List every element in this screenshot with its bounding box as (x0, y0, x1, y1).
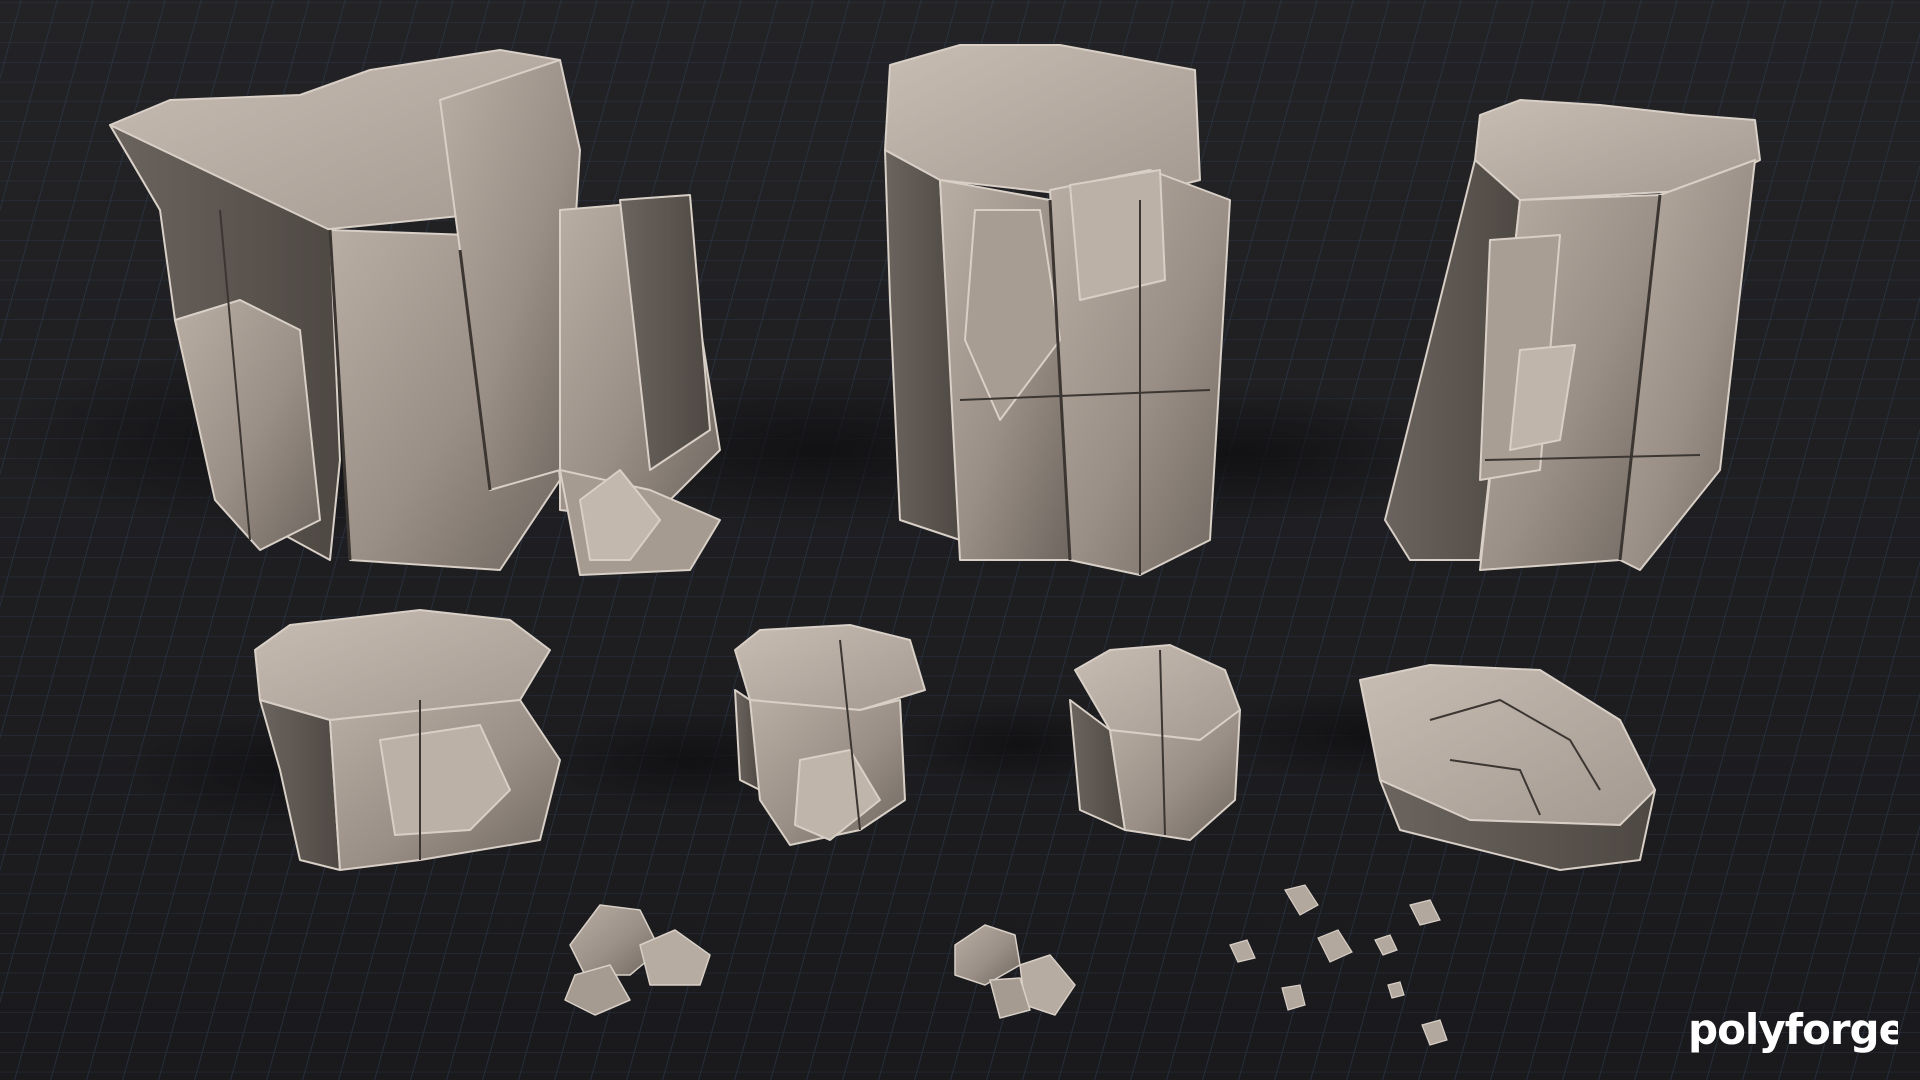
medium-rock-block (254, 609, 561, 871)
brand-logo-text: polyforge (1688, 1005, 1898, 1054)
brand-logo: polyforge (1688, 1005, 1898, 1054)
broken-rock-chunk (1069, 644, 1241, 841)
brand-watermark: polyforge (1688, 1002, 1898, 1058)
tall-rock-column (884, 44, 1231, 576)
rock-showcase-render (0, 0, 1920, 1080)
rock-showcase-scene (0, 0, 1920, 1080)
